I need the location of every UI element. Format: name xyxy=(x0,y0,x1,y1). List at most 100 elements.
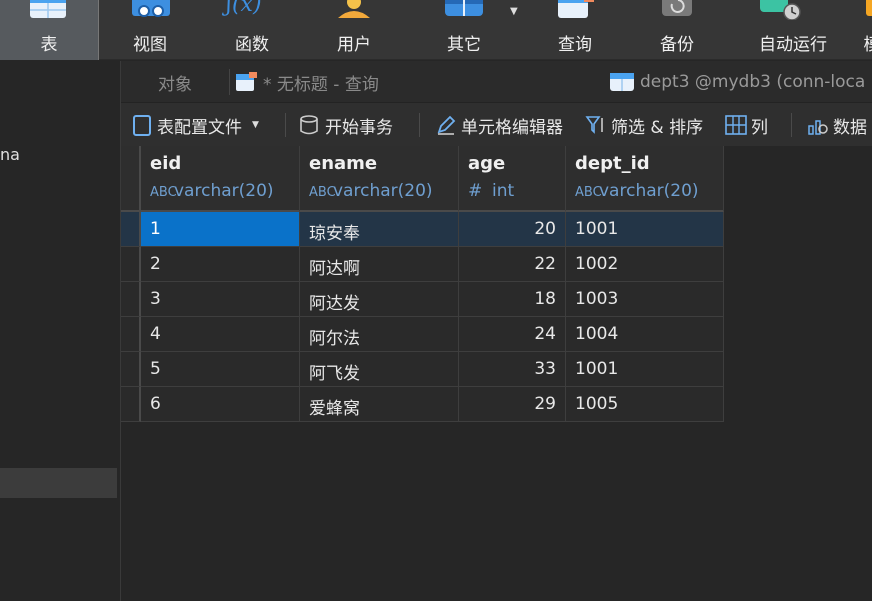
toolbar-other-button[interactable]: ▼ 其它 xyxy=(404,0,524,60)
begin-transaction-button[interactable]: 开始事务 xyxy=(299,111,393,139)
columns-button[interactable]: 列 xyxy=(725,111,768,139)
toolbar-query-label: 查询 xyxy=(558,35,592,55)
table-tab-icon xyxy=(610,73,634,91)
view-icon xyxy=(132,0,170,17)
column-header-age[interactable]: age # int xyxy=(459,146,566,212)
table-cell-dept-id[interactable]: 1001 xyxy=(566,212,724,247)
cell-editor-button[interactable]: 单元格编辑器 xyxy=(435,111,563,139)
table-cell-age[interactable]: 20 xyxy=(459,212,566,247)
table-cell-eid[interactable]: 6 xyxy=(141,387,300,422)
other-icon xyxy=(445,0,483,16)
text-type-icon: ABC xyxy=(150,185,177,200)
table-cell-age[interactable]: 33 xyxy=(459,352,566,387)
database-icon xyxy=(300,115,318,135)
text-type-icon: ABC xyxy=(575,185,602,200)
query-icon xyxy=(558,0,594,18)
table-cell-dept-id[interactable]: 1004 xyxy=(566,317,724,352)
toolbar-user-button[interactable]: 用户 xyxy=(304,0,404,60)
row-header[interactable] xyxy=(121,247,141,282)
table-cell-ename[interactable]: 阿尔法 xyxy=(300,317,459,352)
filter-sort-label: 筛选 & 排序 xyxy=(611,117,704,138)
toolbar-divider xyxy=(285,113,286,137)
table-cell-dept-id[interactable]: 1001 xyxy=(566,352,724,387)
function-icon: ʃ(x) xyxy=(226,0,262,17)
column-header-dept-id[interactable]: dept_id ABCvarchar(20) xyxy=(566,146,724,212)
column-name: eid xyxy=(150,153,182,174)
table-cell-eid[interactable]: 3 xyxy=(141,282,300,317)
toolbar-function-button[interactable]: ʃ(x) 函数 xyxy=(200,0,304,60)
table-cell-ename[interactable]: 爱蜂窝 xyxy=(300,387,459,422)
table-cell-eid[interactable]: 5 xyxy=(141,352,300,387)
chevron-down-icon[interactable]: ▼ xyxy=(510,6,518,17)
column-header-eid[interactable]: eid ABCvarchar(20) xyxy=(141,146,300,212)
row-header[interactable] xyxy=(121,317,141,352)
edit-icon xyxy=(437,115,456,135)
sidebar-item-label[interactable]: na xyxy=(0,145,20,164)
tab-dept3-table[interactable]: dept3 @mydb3 (conn-loca xyxy=(603,61,872,103)
row-header[interactable] xyxy=(121,282,141,317)
table-cell-dept-id[interactable]: 1005 xyxy=(566,387,724,422)
columns-icon xyxy=(725,115,747,135)
data-button[interactable]: 数据 xyxy=(807,111,867,139)
filter-sort-icon xyxy=(585,116,603,134)
toolbar-automation-button[interactable]: 自动运行 xyxy=(728,0,858,60)
cell-editor-label: 单元格编辑器 xyxy=(461,117,563,138)
table-cell-ename[interactable]: 阿飞发 xyxy=(300,352,459,387)
toolbar-backup-button[interactable]: 备份 xyxy=(626,0,728,60)
model-icon xyxy=(866,0,872,16)
tab-dept3-table-label: dept3 @mydb3 (conn-loca xyxy=(640,72,866,92)
user-icon xyxy=(338,0,370,18)
toolbar-function-label: 函数 xyxy=(235,35,269,55)
table-config-icon xyxy=(133,115,151,136)
table-cell-age[interactable]: 18 xyxy=(459,282,566,317)
data-chart-icon xyxy=(808,120,828,135)
table-cell-age[interactable]: 24 xyxy=(459,317,566,352)
table-icon xyxy=(30,0,66,18)
tab-objects[interactable]: 对象 xyxy=(121,61,229,103)
toolbar-table-label: 表 xyxy=(40,35,58,55)
text-type-icon: ABC xyxy=(309,185,336,200)
toolbar-query-button[interactable]: 查询 xyxy=(524,0,626,60)
toolbar-backup-label: 备份 xyxy=(660,35,694,55)
table-cell-ename[interactable]: 阿达啊 xyxy=(300,247,459,282)
column-type: ABCvarchar(20) xyxy=(575,181,699,201)
tab-objects-label: 对象 xyxy=(158,74,192,95)
backup-icon xyxy=(662,0,692,16)
filter-sort-button[interactable]: 筛选 & 排序 xyxy=(585,111,703,139)
sidebar-selected-item[interactable] xyxy=(0,468,117,498)
table-cell-eid[interactable]: 2 xyxy=(141,247,300,282)
table-config-label: 表配置文件 xyxy=(157,117,242,138)
toolbar-model-button[interactable]: 模 xyxy=(858,0,872,60)
toolbar-divider xyxy=(791,113,792,137)
tab-bar: 对象 * 无标题 - 查询 dept3 @mydb3 (conn-loca xyxy=(121,61,872,103)
row-header[interactable] xyxy=(121,387,141,422)
chevron-down-icon[interactable]: ▼ xyxy=(252,120,259,130)
column-name: age xyxy=(468,153,506,174)
table-cell-ename[interactable]: 琼安奉 xyxy=(300,212,459,247)
column-header-ename[interactable]: ename ABCvarchar(20) xyxy=(300,146,459,212)
table-cell-dept-id[interactable]: 1003 xyxy=(566,282,724,317)
table-config-button[interactable]: 表配置文件 ▼ xyxy=(131,111,259,139)
begin-transaction-label: 开始事务 xyxy=(325,117,393,138)
table-toolbar: 表配置文件 ▼ 开始事务 单元格编辑器 筛选 & 排序 列 数据 xyxy=(121,103,872,146)
row-header[interactable] xyxy=(121,352,141,387)
table-cell-age[interactable]: 29 xyxy=(459,387,566,422)
row-header[interactable] xyxy=(121,212,141,247)
toolbar-table-button[interactable]: 表 xyxy=(0,0,99,60)
table-cell-dept-id[interactable]: 1002 xyxy=(566,247,724,282)
object-navigator-sidebar: na xyxy=(0,61,121,601)
table-cell-eid[interactable]: 4 xyxy=(141,317,300,352)
toolbar-other-label: 其它 xyxy=(447,35,481,55)
data-label: 数据 xyxy=(833,117,867,138)
grid-corner xyxy=(121,146,141,212)
toolbar-divider xyxy=(419,113,420,137)
table-cell-age[interactable]: 22 xyxy=(459,247,566,282)
toolbar-view-button[interactable]: 视图 xyxy=(100,0,200,60)
toolbar-model-label: 模 xyxy=(864,30,872,55)
tab-untitled-query-label: * 无标题 - 查询 xyxy=(263,74,379,95)
table-cell-eid[interactable]: 1 xyxy=(141,212,300,247)
table-cell-ename[interactable]: 阿达发 xyxy=(300,282,459,317)
automation-icon xyxy=(760,0,801,20)
tab-untitled-query[interactable]: * 无标题 - 查询 xyxy=(229,61,599,103)
toolbar-view-label: 视图 xyxy=(133,35,167,55)
